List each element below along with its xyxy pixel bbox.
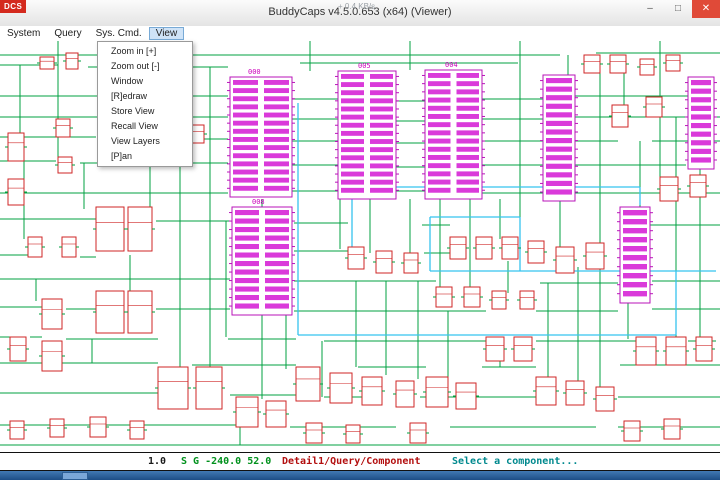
- svg-text:004: 004: [445, 61, 458, 69]
- view-menu-item[interactable]: Zoom out [-]: [98, 59, 192, 74]
- cursor-coords: S G -240.0 52.0: [181, 456, 272, 467]
- view-menu-item[interactable]: Store View: [98, 104, 192, 119]
- minimize-button[interactable]: –: [636, 0, 664, 18]
- corner-logo: DCS: [0, 0, 27, 13]
- application-window: BuddyCaps v4.5.0.653 (x64) (Viewer) – □ …: [0, 0, 720, 480]
- view-menu-item[interactable]: View Layers: [98, 134, 192, 149]
- status-prompt: Select a component...: [452, 456, 579, 467]
- view-menu-item[interactable]: Window: [98, 74, 192, 89]
- view-menu: Zoom in [+] Zoom out [-] Window [R]edraw Sto…: [97, 41, 193, 167]
- net-meter-text: + 0.4 KB/s: [338, 2, 376, 11]
- menu-item-sys-cmd-[interactable]: Sys. Cmd.: [89, 27, 149, 40]
- taskbar: [0, 471, 720, 480]
- svg-text:000: 000: [248, 68, 261, 76]
- menu-item-system[interactable]: System: [0, 27, 47, 40]
- statusbar: 1.0 S G -240.0 52.0 Detail1/Query/Compon…: [0, 452, 720, 471]
- window-controls: – □ ✕: [636, 0, 720, 18]
- view-menu-item[interactable]: Zoom in [+]: [98, 44, 192, 59]
- maximize-button[interactable]: □: [664, 0, 692, 18]
- zoom-level: 1.0: [148, 456, 167, 467]
- view-menu-item[interactable]: [R]edraw: [98, 89, 192, 104]
- menubar: System Query Sys. Cmd. View: [0, 26, 720, 42]
- view-menu-item[interactable]: Recall View: [98, 119, 192, 134]
- close-button[interactable]: ✕: [692, 0, 720, 18]
- svg-text:008: 008: [252, 198, 265, 206]
- menu-item-view[interactable]: View: [148, 27, 185, 40]
- view-menu-item[interactable]: [P]an: [98, 149, 192, 164]
- taskbar-app-button[interactable]: [62, 472, 88, 480]
- svg-text:005: 005: [358, 62, 371, 70]
- menu-item-query[interactable]: Query: [47, 27, 88, 40]
- context-path: Detail1/Query/Component: [282, 456, 421, 467]
